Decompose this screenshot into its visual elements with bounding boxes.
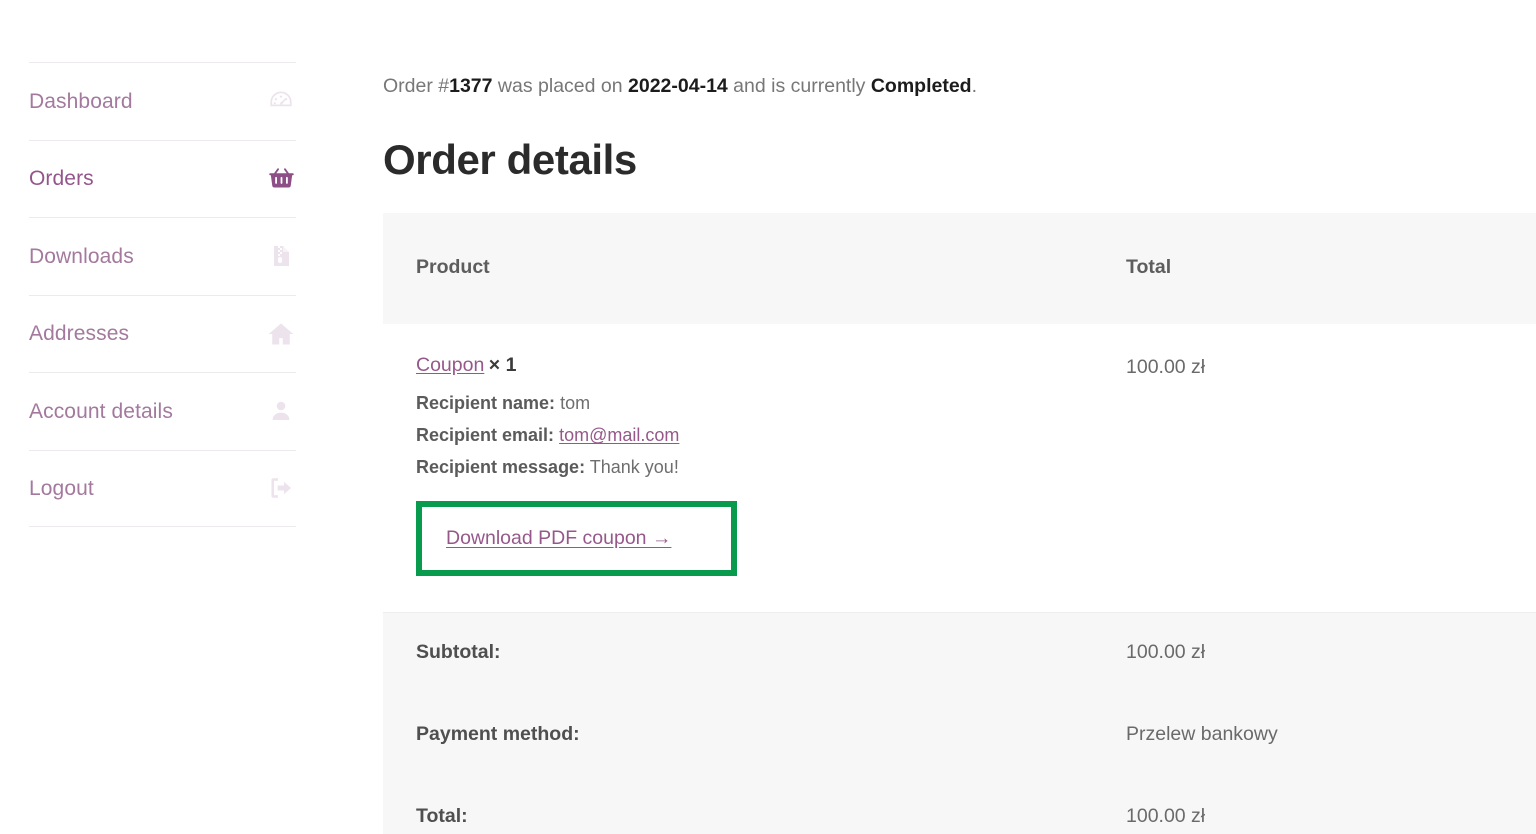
download-pdf-coupon-highlight: Download PDF coupon → — [416, 501, 737, 576]
product-total-cell: 100.00 zł — [1093, 324, 1536, 613]
order-date: 2022-04-14 — [628, 75, 728, 97]
product-cell: Coupon × 1 Recipient name: tom Recipient… — [383, 324, 1093, 613]
footer-label-total: Total: — [383, 777, 1093, 834]
meta-label: Recipient email: — [416, 425, 554, 445]
meta-value: Thank you! — [590, 457, 679, 477]
meta-label: Recipient name: — [416, 393, 555, 413]
product-quantity: × 1 — [489, 354, 517, 376]
sidebar-item-label: Addresses — [29, 323, 129, 344]
shopping-basket-icon — [266, 164, 296, 194]
order-details-table: Product Total Coupon × 1 Recipient name:… — [383, 213, 1536, 834]
sidebar-item-label: Orders — [29, 168, 94, 189]
footer-label-subtotal: Subtotal: — [383, 613, 1093, 695]
download-pdf-coupon-link[interactable]: Download PDF coupon → — [446, 527, 671, 549]
product-total-amount: 100.00 zł — [1126, 356, 1205, 378]
footer-value-total: 100.00 zł — [1093, 777, 1536, 834]
meta-recipient-name: Recipient name: tom — [416, 387, 1093, 419]
sidebar-item-dashboard[interactable]: Dashboard — [29, 62, 296, 140]
recipient-email-link[interactable]: tom@mail.com — [559, 425, 679, 445]
sidebar-item-orders[interactable]: Orders — [29, 140, 296, 218]
meta-value: tom — [560, 393, 590, 413]
sidebar-item-label: Account details — [29, 401, 173, 422]
sidebar-item-label: Downloads — [29, 246, 134, 267]
footer-row-subtotal: Subtotal: 100.00 zł — [383, 613, 1536, 695]
meta-recipient-message: Recipient message: Thank you! — [416, 451, 1093, 483]
order-status-middle: was placed on — [493, 75, 629, 97]
table-body: Coupon × 1 Recipient name: tom Recipient… — [383, 324, 1536, 613]
sidebar-item-addresses[interactable]: Addresses — [29, 295, 296, 373]
page-title: Order details — [383, 136, 637, 184]
product-meta-list: Recipient name: tom Recipient email: tom… — [416, 387, 1093, 483]
account-sidebar-nav: Dashboard Orders — [29, 62, 296, 527]
sidebar-item-downloads[interactable]: Downloads — [29, 217, 296, 295]
product-name-link[interactable]: Coupon — [416, 354, 484, 376]
meta-recipient-email: Recipient email: tom@mail.com — [416, 419, 1093, 451]
zip-file-icon — [266, 241, 296, 271]
column-header-total: Total — [1093, 213, 1536, 324]
footer-row-payment-method: Payment method: Przelew bankowy — [383, 695, 1536, 777]
status-badge: Completed — [871, 75, 972, 97]
dashboard-gauge-icon — [266, 86, 296, 116]
order-status-prefix: Order # — [383, 75, 449, 97]
footer-row-total: Total: 100.00 zł — [383, 777, 1536, 834]
footer-label-payment-method: Payment method: — [383, 695, 1093, 777]
table-row: Coupon × 1 Recipient name: tom Recipient… — [383, 324, 1536, 613]
sidebar-item-logout[interactable]: Logout — [29, 450, 296, 528]
order-details-main: Order #1377 was placed on 2022-04-14 and… — [383, 0, 1536, 834]
sidebar-item-account-details[interactable]: Account details — [29, 372, 296, 450]
order-number: 1377 — [449, 75, 492, 97]
my-account-order-details-page: Dashboard Orders — [0, 0, 1536, 834]
order-status-line: Order #1377 was placed on 2022-04-14 and… — [383, 73, 977, 100]
sidebar-item-list: Dashboard Orders — [29, 62, 296, 527]
sidebar-item-label: Dashboard — [29, 91, 133, 112]
user-icon — [266, 396, 296, 426]
sidebar-item-label: Logout — [29, 478, 94, 499]
home-icon — [266, 319, 296, 349]
footer-value-payment-method: Przelew bankowy — [1093, 695, 1536, 777]
table-footer: Subtotal: 100.00 zł Payment method: Prze… — [383, 613, 1536, 834]
table-header-row: Product Total — [383, 213, 1536, 324]
meta-label: Recipient message: — [416, 457, 585, 477]
footer-value-subtotal: 100.00 zł — [1093, 613, 1536, 695]
table-header: Product Total — [383, 213, 1536, 324]
order-status-suffix: and is currently — [728, 75, 871, 97]
logout-arrow-icon — [266, 473, 296, 503]
column-header-product: Product — [383, 213, 1093, 324]
order-status-end: . — [972, 75, 977, 97]
